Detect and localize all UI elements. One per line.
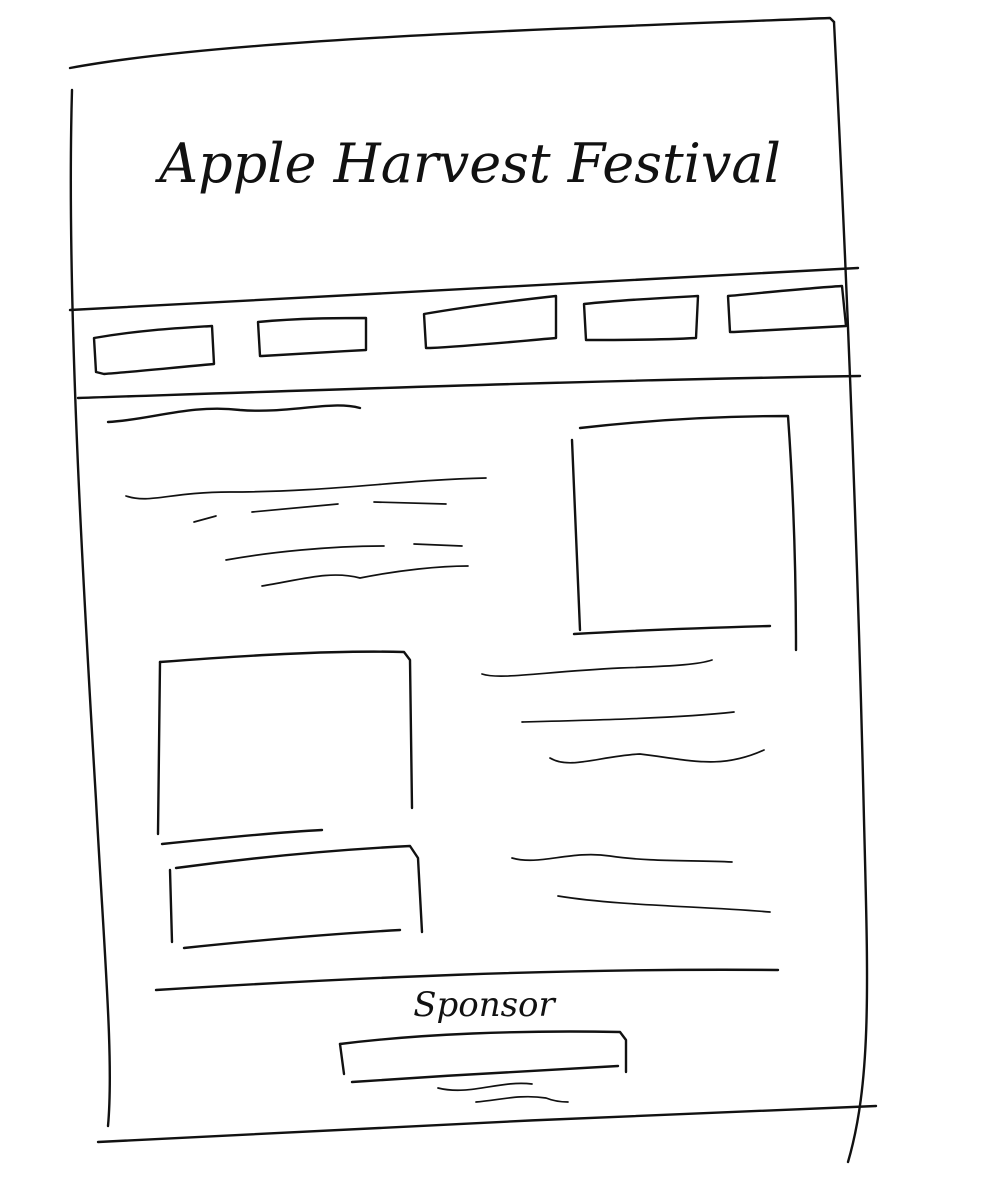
nav-bar	[68, 266, 862, 400]
page-title: Apple Harvest Festival	[154, 132, 781, 195]
nav-tab-1[interactable]	[92, 324, 216, 376]
nav-tab-5[interactable]	[726, 284, 848, 334]
sponsor-label: Sponsor	[413, 985, 556, 1025]
image-placeholder-right	[570, 414, 798, 652]
nav-tab-4[interactable]	[582, 294, 700, 342]
nav-tab-2[interactable]	[256, 316, 368, 358]
info-card[interactable]	[168, 844, 424, 950]
details-text	[511, 853, 771, 913]
sponsor-text	[437, 1082, 569, 1103]
feature-text	[481, 659, 765, 764]
intro-text	[125, 477, 487, 587]
image-placeholder-left	[156, 650, 414, 846]
sponsor-logo-box[interactable]	[338, 1030, 628, 1084]
wireframe-sketch: Apple Harvest Festival Sponsor	[68, 16, 878, 1164]
nav-tab-3[interactable]	[422, 294, 558, 350]
section-heading	[106, 404, 362, 424]
